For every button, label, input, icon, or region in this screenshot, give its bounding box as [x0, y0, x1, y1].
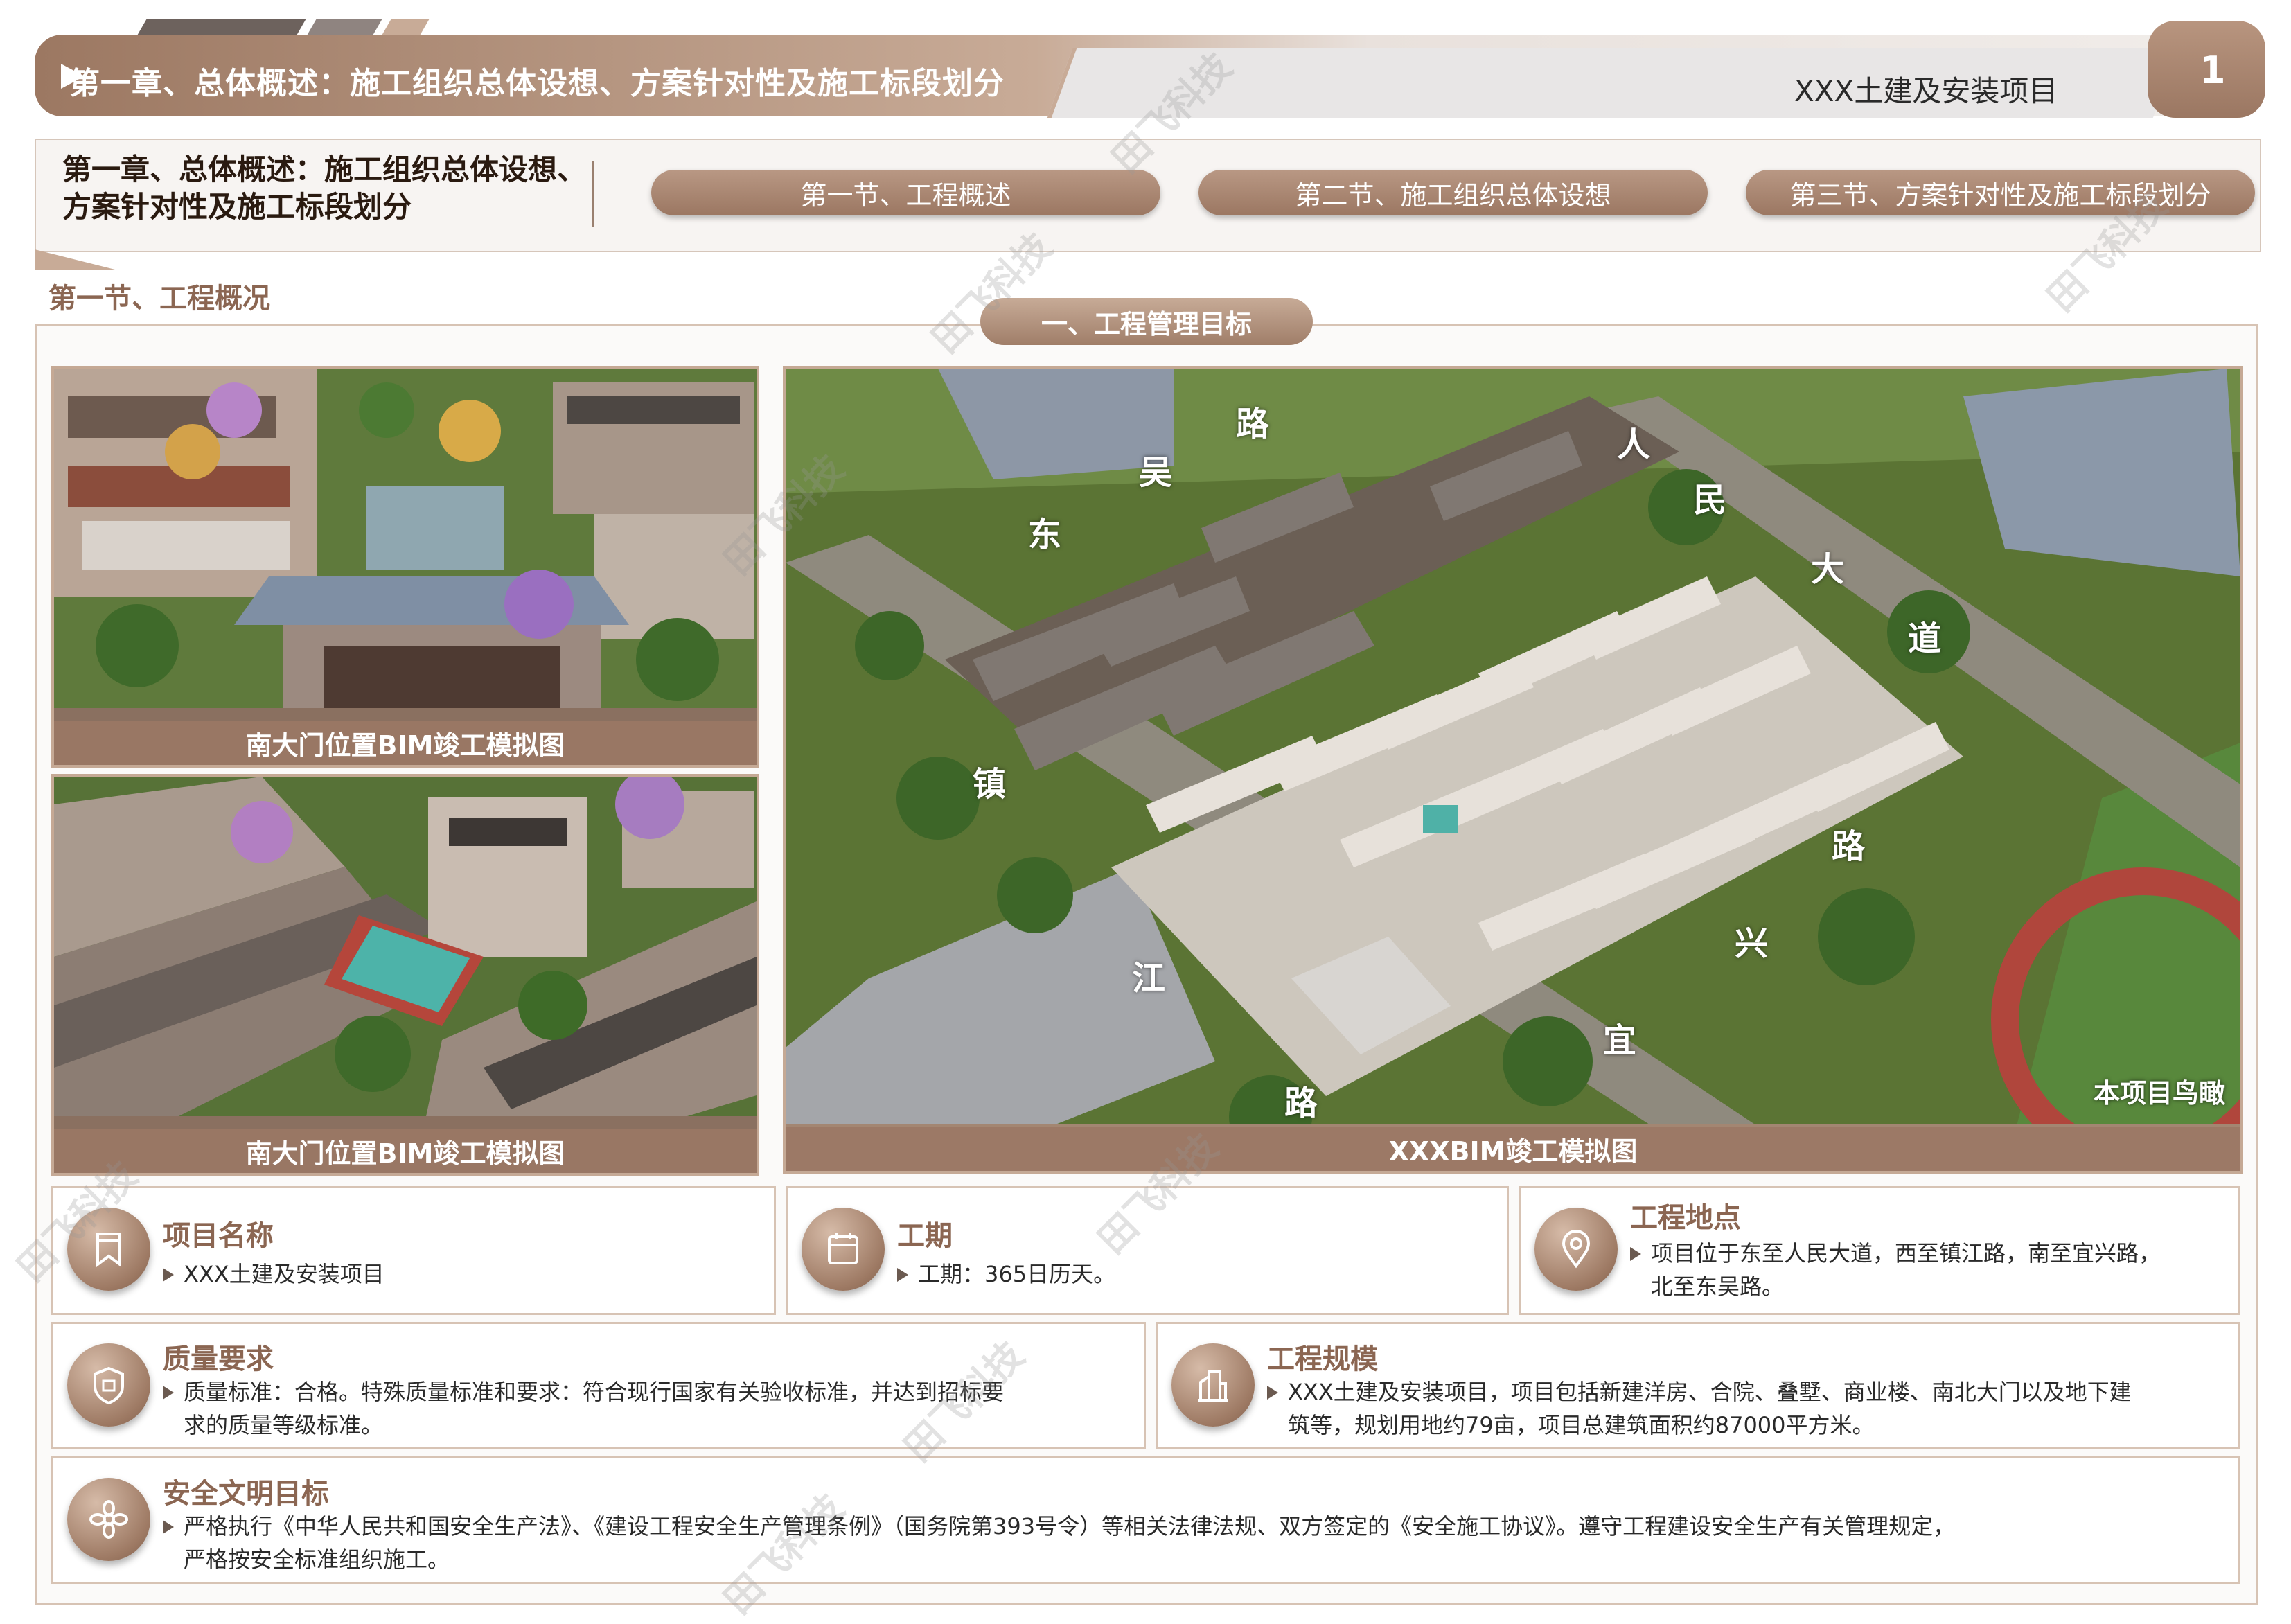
road-label: 路 [1832, 827, 1866, 866]
quality-badge-icon [67, 1343, 150, 1427]
bullet-arrow-icon [163, 1268, 174, 1282]
chapter-title: 第一章、总体概述：施工组织总体设想、 方案针对性及施工标段划分 [62, 151, 589, 226]
road-label: 镇 [973, 765, 1007, 804]
chapter-title-line: 方案针对性及施工标段划分 [62, 190, 412, 224]
bullet-arrow-icon [163, 1386, 174, 1400]
project-location-card: 工程地点 项目位于东至人民大道，西至镇江路，南至宜兴路， 北至东吴路。 [1519, 1186, 2240, 1315]
road-label: 兴 [1735, 924, 1769, 963]
road-label: 江 [1132, 959, 1166, 998]
card-text: 项目位于东至人民大道，西至镇江路，南至宜兴路， 北至东吴路。 [1630, 1237, 2161, 1303]
flower-icon [67, 1478, 150, 1561]
card-text: 质量标准：合格。特殊质量标准和要求：符合现行国家有关验收标准，并达到招标要 求的… [163, 1375, 1004, 1442]
gate-render-image: 南大门位置BIM竣工模拟图 [51, 366, 759, 768]
bullet-arrow-icon [1630, 1247, 1641, 1261]
card-text-content: XXX土建及安装项目 [184, 1261, 384, 1287]
road-label: 道 [1908, 619, 1942, 658]
road-label: 民 [1693, 481, 1727, 520]
project-name-card: 项目名称 XXX土建及安装项目 [51, 1186, 776, 1315]
card-text: XXX土建及安装项目 [163, 1257, 384, 1291]
nav-divider [592, 161, 594, 227]
gate-render-illustration [54, 777, 757, 1173]
card-title: 工程地点 [1630, 1202, 1741, 1234]
chapter-title-line: 第一章、总体概述：施工组织总体设想、 [62, 152, 587, 186]
gate-render-illustration [54, 369, 757, 765]
chapter-banner-title: 第一章、总体概述：施工组织总体设想、方案针对性及施工标段划分 [69, 66, 1005, 101]
section-tab-decoration [35, 249, 118, 270]
tab-section-2[interactable]: 第二节、施工组织总体设想 [1198, 170, 1708, 215]
location-pin-icon [1534, 1208, 1618, 1291]
card-text: 工期：365日历天。 [897, 1257, 1115, 1291]
card-text-content: 求的质量等级标准。 [184, 1412, 384, 1438]
tab-section-1[interactable]: 第一节、工程概述 [651, 170, 1160, 215]
card-title: 工期 [897, 1220, 953, 1252]
subsection-heading: 一、工程管理目标 [980, 298, 1313, 345]
image-caption: 南大门位置BIM竣工模拟图 [54, 721, 757, 765]
aerial-render-image: 东 吴 路 人 民 大 道 路 兴 宜 路 江 镇 本项目鸟瞰 XXXBIM竣工… [783, 366, 2243, 1174]
aerial-badge: 本项目鸟瞰 [2093, 1078, 2225, 1109]
card-text-content: XXX土建及安装项目，项目包括新建洋房、合院、叠墅、商业楼、南北大门以及地下建 [1288, 1379, 2132, 1405]
road-label: 宜 [1603, 1021, 1637, 1060]
safety-goal-card: 安全文明目标 严格执行《中华人民共和国安全生产法》、《建设工程安全生产管理条例》… [51, 1456, 2240, 1584]
road-label: 大 [1811, 550, 1845, 589]
tab-section-3[interactable]: 第三节、方案针对性及施工标段划分 [1746, 170, 2255, 215]
building-icon [1171, 1343, 1255, 1427]
road-label: 路 [1284, 1084, 1318, 1122]
image-caption: XXXBIM竣工模拟图 [786, 1127, 2240, 1171]
card-text-content: 质量标准：合格。特殊质量标准和要求：符合现行国家有关验收标准，并达到招标要 [184, 1379, 1005, 1405]
card-text-content: 项目位于东至人民大道，西至镇江路，南至宜兴路， [1651, 1240, 2161, 1266]
card-text: XXX土建及安装项目，项目包括新建洋房、合院、叠墅、商业楼、南北大门以及地下建 … [1267, 1375, 2132, 1442]
card-text-content: 筑等，规划用地约79亩，项目总建筑面积约87000平方米。 [1288, 1412, 1875, 1438]
calendar-icon [802, 1208, 885, 1291]
road-label: 东 [1028, 515, 1062, 554]
card-title: 项目名称 [163, 1220, 274, 1252]
card-text: 严格执行《中华人民共和国安全生产法》、《建设工程安全生产管理条例》（国务院第39… [163, 1510, 1955, 1576]
header-decoration-bar [137, 19, 306, 35]
road-label: 人 [1617, 425, 1651, 464]
card-title: 安全文明目标 [163, 1478, 329, 1510]
project-title: XXX土建及安装项目 [1794, 74, 2058, 108]
project-scale-card: 工程规模 XXX土建及安装项目，项目包括新建洋房、合院、叠墅、商业楼、南北大门以… [1156, 1322, 2240, 1449]
road-label: 吴 [1139, 453, 1173, 492]
section-heading: 第一节、工程概况 [48, 283, 270, 315]
bullet-arrow-icon [897, 1268, 908, 1282]
page-number: 1 [2200, 48, 2226, 92]
card-text-content: 工期：365日历天。 [918, 1261, 1116, 1287]
gate-render-image: 南大门位置BIM竣工模拟图 [51, 774, 759, 1176]
header-decoration-bar [307, 19, 382, 35]
bullet-arrow-icon [1267, 1386, 1278, 1400]
card-title: 工程规模 [1267, 1343, 1378, 1375]
card-title: 质量要求 [163, 1343, 274, 1375]
card-text-content: 北至东吴路。 [1651, 1273, 1785, 1300]
header-decoration-bar [382, 19, 430, 35]
image-caption: 南大门位置BIM竣工模拟图 [54, 1129, 757, 1173]
bullet-arrow-icon [163, 1520, 174, 1534]
card-text-content: 严格按安全标准组织施工。 [184, 1546, 450, 1573]
card-text-content: 严格执行《中华人民共和国安全生产法》、《建设工程安全生产管理条例》（国务院第39… [184, 1513, 1956, 1539]
road-label: 路 [1236, 405, 1270, 443]
